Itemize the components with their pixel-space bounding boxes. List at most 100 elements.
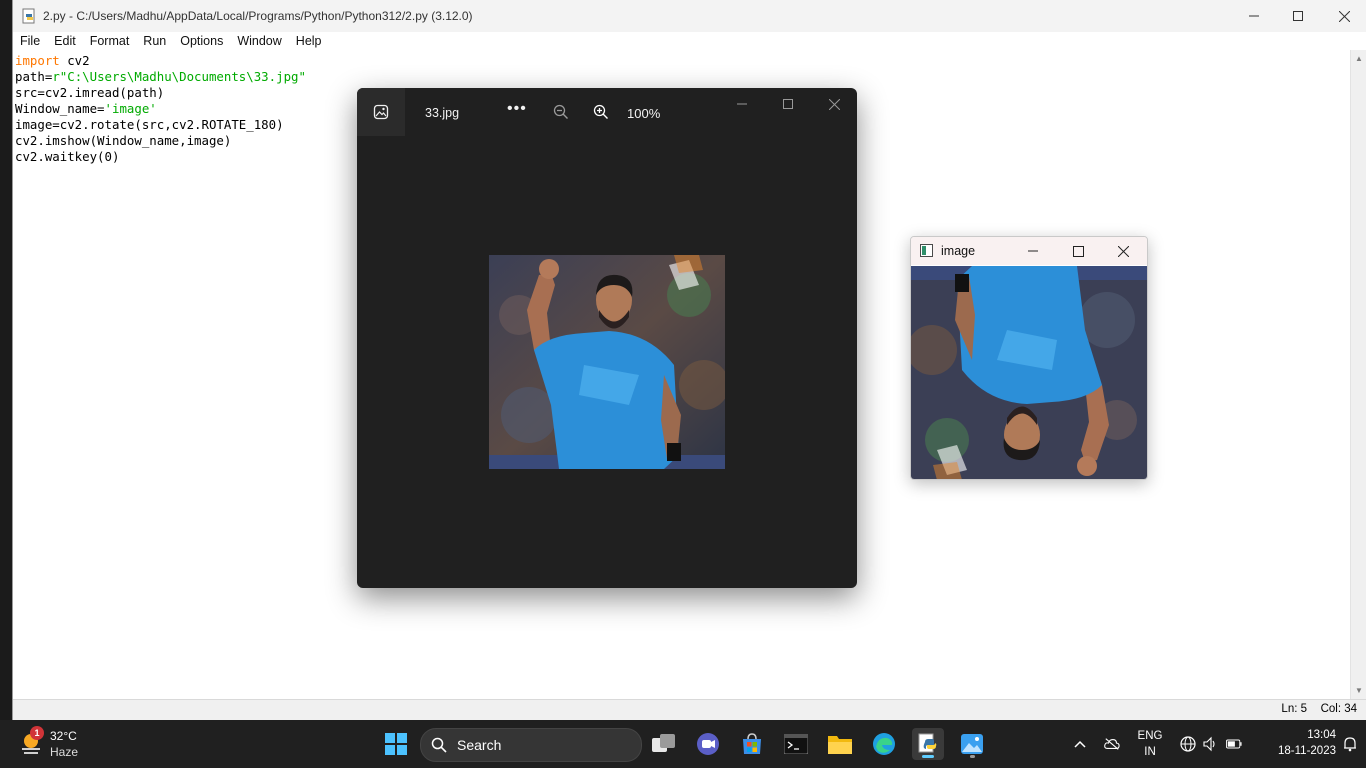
- photos-app-icon: [373, 104, 389, 120]
- menu-help[interactable]: Help: [290, 32, 328, 50]
- zoom-level[interactable]: 100%: [627, 106, 660, 121]
- string-token: 'image': [104, 101, 157, 116]
- maximize-icon: [1072, 245, 1084, 257]
- window-app-icon: [920, 244, 933, 257]
- zoom-out-icon[interactable]: [553, 104, 569, 120]
- python-file-icon: [22, 8, 35, 24]
- photos-minimize-button[interactable]: [727, 94, 757, 114]
- menu-format[interactable]: Format: [84, 32, 136, 50]
- close-icon: [1117, 245, 1129, 257]
- menu-window[interactable]: Window: [231, 32, 287, 50]
- close-icon: [1338, 10, 1350, 22]
- menu-options[interactable]: Options: [174, 32, 229, 50]
- minimize-button[interactable]: [1231, 0, 1277, 32]
- status-line: Ln: 5: [1281, 703, 1307, 715]
- photos-close-button[interactable]: [819, 94, 849, 114]
- menu-run[interactable]: Run: [137, 32, 172, 50]
- code-text: Window_name=: [15, 101, 105, 116]
- cv-titlebar[interactable]: image: [911, 237, 1147, 265]
- edge-browser-icon: [873, 733, 895, 755]
- window-title: 2.py - C:/Users/Madhu/AppData/Local/Prog…: [43, 9, 473, 23]
- menu-file[interactable]: File: [14, 32, 46, 50]
- search-label: Search: [457, 737, 502, 753]
- python-idle-icon: [918, 733, 937, 753]
- running-indicator: [970, 755, 975, 758]
- python-idle-taskbar-button[interactable]: [912, 728, 944, 760]
- code-line-1: import cv2: [15, 53, 1349, 69]
- rotated-cricketer-photo: [911, 266, 1147, 479]
- photos-maximize-button[interactable]: [773, 94, 803, 114]
- battery-icon: [1226, 739, 1242, 749]
- terminal-button[interactable]: [780, 728, 812, 760]
- photos-icon: [961, 734, 983, 754]
- notification-badge: 1: [30, 726, 44, 740]
- maximize-icon: [783, 99, 793, 109]
- network-button[interactable]: [1180, 736, 1196, 752]
- idle-titlebar[interactable]: 2.py - C:/Users/Madhu/AppData/Local/Prog…: [13, 0, 1366, 32]
- minimize-icon: [737, 103, 747, 105]
- code-line-2: path=r"C:\Users\Madhu\Documents\33.jpg": [15, 69, 1349, 85]
- menu-edit[interactable]: Edit: [48, 32, 82, 50]
- task-view-icon: [652, 734, 675, 752]
- cricketer-photo: [489, 255, 725, 469]
- file-explorer-button[interactable]: [824, 728, 856, 760]
- scroll-down-arrow-icon[interactable]: ▼: [1354, 686, 1364, 696]
- photo-filename: 33.jpg: [425, 106, 460, 120]
- notifications-button[interactable]: [1342, 736, 1358, 752]
- opencv-image-window[interactable]: image: [910, 236, 1148, 480]
- weather-condition: Haze: [50, 745, 79, 759]
- battery-button[interactable]: [1226, 736, 1242, 752]
- cloud-off-icon: [1104, 738, 1120, 750]
- task-view-button[interactable]: [648, 728, 680, 760]
- speaker-icon: [1203, 736, 1215, 752]
- active-indicator: [922, 755, 934, 758]
- start-button[interactable]: [380, 728, 412, 760]
- show-hidden-icons-button[interactable]: [1072, 736, 1088, 752]
- teams-chat-button[interactable]: [692, 728, 724, 760]
- string-token: r"C:\Users\Madhu\Documents\33.jpg": [52, 69, 306, 84]
- more-options-button[interactable]: •••: [507, 100, 527, 118]
- cricketer-photo-image: [489, 255, 725, 469]
- globe-icon: [1180, 736, 1196, 752]
- cv-window-title: image: [941, 244, 976, 258]
- scroll-up-arrow-icon[interactable]: ▲: [1354, 54, 1364, 64]
- photos-app-tab[interactable]: [357, 88, 405, 136]
- zoom-in-icon[interactable]: [593, 104, 609, 120]
- maximize-button[interactable]: [1275, 0, 1321, 32]
- taskbar-search[interactable]: Search: [420, 728, 642, 762]
- language-code: ENG: [1137, 730, 1163, 742]
- file-explorer-icon: [828, 736, 852, 754]
- photos-viewer-window[interactable]: 33.jpg ••• 100%: [357, 88, 857, 588]
- cv-close-button[interactable]: [1101, 237, 1145, 265]
- search-icon: [431, 737, 447, 753]
- microsoft-store-button[interactable]: [736, 728, 768, 760]
- cv-maximize-button[interactable]: [1056, 237, 1100, 265]
- volume-button[interactable]: [1202, 736, 1218, 752]
- status-column: Col: 34: [1320, 703, 1357, 715]
- teams-chat-icon: [697, 733, 719, 755]
- weather-temperature: 32°C: [50, 729, 77, 743]
- menu-bar: File Edit Format Run Options Window Help: [13, 32, 1366, 50]
- maximize-icon: [1293, 11, 1303, 21]
- cv-minimize-button[interactable]: [1011, 237, 1055, 265]
- chevron-up-icon: [1074, 740, 1086, 748]
- rotated-cricketer-photo-image: [911, 266, 1147, 479]
- clock-date: 18-11-2023: [1278, 745, 1336, 757]
- windows-logo-icon: [385, 733, 407, 755]
- microsoft-store-icon: [743, 733, 761, 754]
- keyword-token: import: [15, 53, 60, 68]
- code-text: cv2: [59, 53, 90, 68]
- onedrive-button[interactable]: [1104, 736, 1120, 752]
- close-icon: [828, 98, 840, 110]
- photos-taskbar-button[interactable]: [956, 728, 988, 760]
- edge-browser-button[interactable]: [868, 728, 900, 760]
- minimize-icon: [1028, 250, 1038, 252]
- status-bar: Ln: 5 Col: 34: [13, 699, 1366, 720]
- vertical-scrollbar[interactable]: ▲ ▼: [1350, 50, 1366, 700]
- notification-bell-icon: [1344, 737, 1356, 752]
- minimize-icon: [1249, 15, 1259, 17]
- region-code: IN: [1144, 746, 1156, 758]
- taskbar: 1 32°C Haze Search ENG IN 13:04 18-11-20…: [0, 720, 1366, 768]
- clock-time: 13:04: [1307, 729, 1336, 741]
- close-button[interactable]: [1321, 0, 1366, 32]
